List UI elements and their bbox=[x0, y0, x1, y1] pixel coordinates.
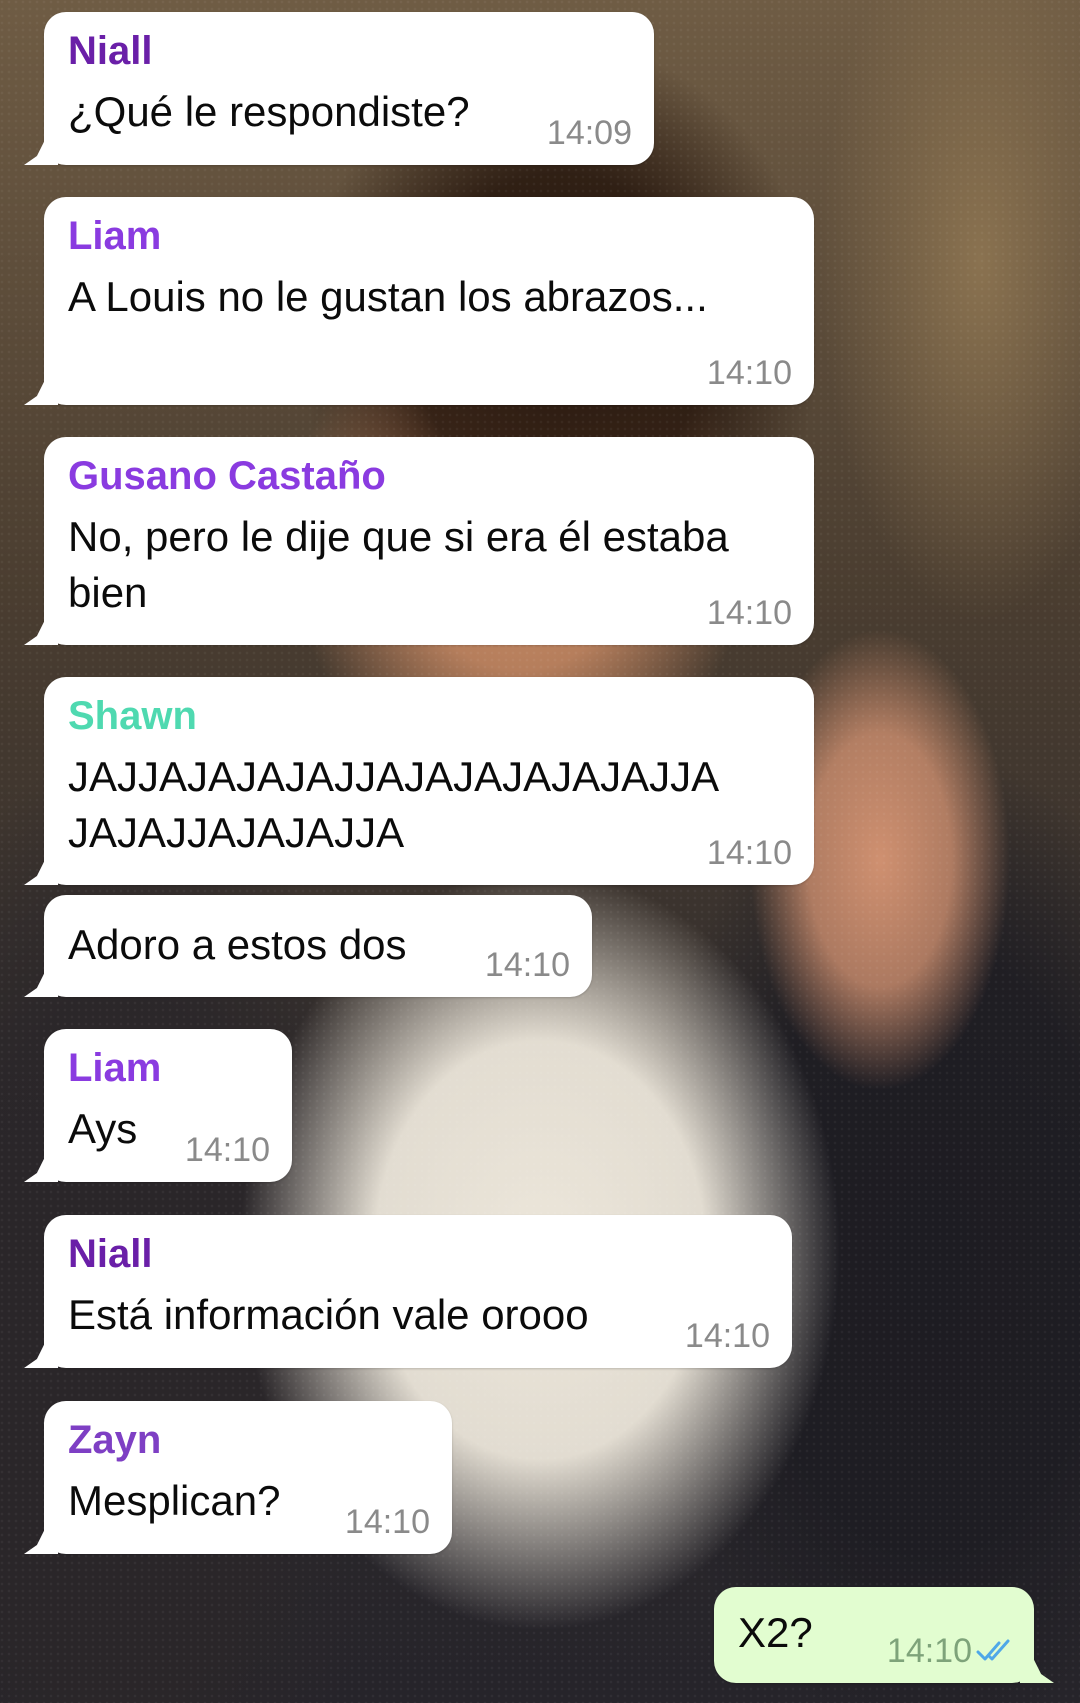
message-bubble[interactable]: Liam A Louis no le gustan los abrazos...… bbox=[44, 197, 814, 405]
message-sender[interactable]: Liam bbox=[68, 213, 792, 259]
message-time: 14:10 bbox=[706, 834, 792, 872]
message-text: JAJJAJAJAJAJJAJAJAJAJAJAJJA JAJAJJAJAJAJ… bbox=[68, 753, 729, 856]
outgoing-message-bubble[interactable]: X2? 14:10 bbox=[714, 1587, 1034, 1683]
message-sender[interactable]: Niall bbox=[68, 1231, 770, 1277]
message-bubble[interactable]: Niall Está información vale orooo 14:10 bbox=[44, 1215, 792, 1368]
message-bubble[interactable]: Zayn Mesplican? 14:10 bbox=[44, 1401, 452, 1554]
message-time: 14:10 bbox=[484, 946, 570, 984]
message-sender[interactable]: Shawn bbox=[68, 693, 792, 739]
message-bubble[interactable]: Shawn JAJJAJAJAJAJJAJAJAJAJAJAJJA JAJAJJ… bbox=[44, 677, 814, 885]
message-time: 14:09 bbox=[546, 114, 632, 152]
message-text: No, pero le dije que si era él estaba bi… bbox=[68, 513, 741, 616]
message-time: 14:10 bbox=[886, 1632, 972, 1670]
message-bubble[interactable]: Niall ¿Qué le respondiste? 14:09 bbox=[44, 12, 654, 165]
message-time: 14:10 bbox=[706, 594, 792, 632]
message-bubble[interactable]: Adoro a estos dos 14:10 bbox=[44, 895, 592, 997]
message-sender[interactable]: Zayn bbox=[68, 1417, 430, 1463]
message-text: A Louis no le gustan los abrazos... bbox=[68, 273, 708, 320]
message-time: 14:10 bbox=[684, 1317, 770, 1355]
message-time: 14:10 bbox=[706, 354, 792, 392]
message-sender[interactable]: Niall bbox=[68, 28, 632, 74]
message-sender[interactable]: Gusano Castaño bbox=[68, 453, 792, 499]
double-check-read-icon bbox=[976, 1639, 1010, 1661]
message-sender[interactable]: Liam bbox=[68, 1045, 270, 1091]
chat-messages[interactable]: Niall ¿Qué le respondiste? 14:09 Liam A … bbox=[0, 0, 1080, 1703]
message-time: 14:10 bbox=[184, 1131, 270, 1169]
message-time: 14:10 bbox=[344, 1503, 430, 1541]
message-bubble[interactable]: Gusano Castaño No, pero le dije que si e… bbox=[44, 437, 814, 645]
message-text: Está información vale orooo bbox=[68, 1291, 589, 1338]
message-bubble[interactable]: Liam Ays 14:10 bbox=[44, 1029, 292, 1182]
